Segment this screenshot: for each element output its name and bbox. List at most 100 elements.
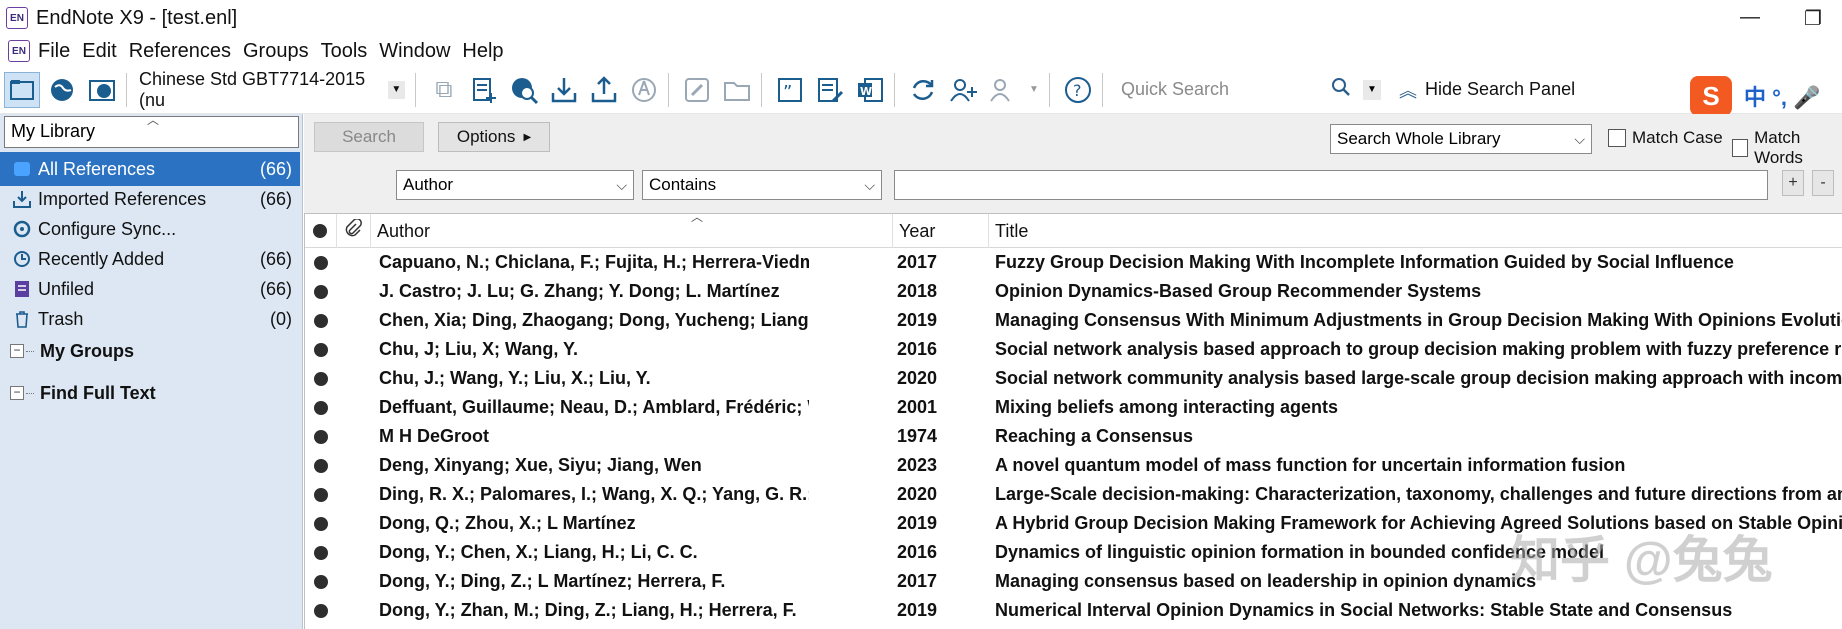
checkbox-box[interactable] (1732, 139, 1749, 157)
toolbar-separator (1102, 72, 1103, 107)
group-configure-sync[interactable]: Configure Sync... (0, 212, 300, 246)
share-dropdown-icon[interactable]: ▼ (1025, 72, 1043, 108)
toolbar-separator (761, 72, 762, 107)
import-icon[interactable] (546, 72, 582, 108)
toolbar-separator (894, 72, 895, 107)
menu-groups[interactable]: Groups (243, 40, 309, 63)
remove-search-row-button[interactable]: - (1812, 170, 1834, 196)
table-row[interactable]: Chen, Xia; Ding, Zhaogang; Dong, Yucheng… (305, 306, 1842, 335)
author-column-header[interactable]: ︿ Author (371, 210, 893, 248)
ime-status-text: 中 °, 🎤 (1744, 85, 1821, 110)
insert-citation-icon[interactable]: ” (772, 72, 808, 108)
search-text-input[interactable] (894, 170, 1768, 200)
group-unfiled[interactable]: Unfiled (66) (0, 272, 300, 306)
trash-icon (10, 307, 34, 331)
table-row[interactable]: Capuano, N.; Chiclana, F.; Fujita, H.; H… (305, 248, 1842, 277)
menu-help[interactable]: Help (462, 40, 503, 63)
group-label: All References (38, 158, 156, 179)
match-case-checkbox[interactable]: Match Case (1608, 128, 1723, 148)
sogou-ime-logo-icon: S (1690, 76, 1732, 116)
hide-search-panel-button[interactable]: ︽ Hide Search Panel (1399, 77, 1575, 103)
integrated-library-icon[interactable] (84, 72, 120, 108)
chevron-down-icon[interactable]: ▼ (387, 80, 405, 99)
search-options-dropdown-icon[interactable]: ▼ (1363, 79, 1381, 100)
format-bibliography-icon[interactable] (812, 72, 848, 108)
group-imported-references[interactable]: Imported References (66) (0, 182, 300, 216)
year-cell: 2023 (897, 455, 938, 475)
table-row[interactable]: J. Castro; J. Lu; G. Zhang; Y. Dong; L. … (305, 277, 1842, 306)
group-count: (66) (259, 158, 292, 179)
table-row[interactable]: Ding, R. X.; Palomares, I.; Wang, X. Q.;… (305, 480, 1842, 509)
restore-button[interactable]: ❐ (1804, 6, 1822, 31)
open-link-icon[interactable] (679, 72, 715, 108)
export-icon[interactable] (586, 72, 622, 108)
section-label: Find Full Text (40, 382, 156, 403)
menu-edit[interactable]: Edit (82, 40, 116, 63)
search-icon[interactable] (1331, 77, 1357, 103)
watermark: 知乎 @兔兔 (1510, 532, 1773, 588)
collapse-icon[interactable]: − (10, 344, 24, 358)
tree-connector (26, 350, 34, 352)
author-cell: Chu, J.; Wang, Y.; Liu, X.; Liu, Y. (379, 368, 651, 388)
ime-toolbar[interactable]: S 中 °, 🎤 (1690, 74, 1821, 118)
output-style-select[interactable]: Chinese Std GBT7714-2015 (nu ▼ (139, 69, 409, 110)
match-words-checkbox[interactable]: Match Words (1732, 128, 1842, 168)
endnote-menu-logo-icon[interactable]: EN (8, 40, 30, 62)
local-library-icon[interactable] (4, 71, 40, 108)
search-scope-select[interactable]: Search Whole Library ⌵ (1330, 124, 1592, 154)
search-button[interactable]: Search (314, 122, 424, 152)
search-field-value: Author (403, 175, 454, 194)
word-icon[interactable]: W (852, 72, 888, 108)
unread-dot-icon (314, 256, 328, 270)
table-row[interactable]: Dong, Y.; Zhan, M.; Ding, Z.; Liang, H.;… (305, 596, 1842, 625)
author-cell: J. Castro; J. Lu; G. Zhang; Y. Dong; L. … (379, 281, 780, 301)
quick-search-input[interactable]: Quick Search (1121, 79, 1331, 100)
sync-icon[interactable] (905, 72, 941, 108)
unread-dot-icon (314, 488, 328, 502)
unread-dot-icon (314, 343, 328, 357)
title-cell: Social network community analysis based … (995, 368, 1842, 388)
checkbox-box[interactable] (1608, 129, 1626, 147)
section-my-groups[interactable]: − My Groups (0, 336, 300, 366)
unread-dot-icon (314, 314, 328, 328)
copy-to-local-icon[interactable]: ⧉ (426, 72, 462, 108)
attachment-column-header[interactable] (337, 214, 371, 248)
year-cell: 2019 (897, 310, 938, 330)
group-all-references[interactable]: All References (66) (0, 152, 300, 186)
options-button[interactable]: Options ▶ (438, 122, 550, 152)
title-column-header[interactable]: Title (989, 214, 1842, 248)
table-row[interactable]: M H DeGroot 1974 Reaching a Consensus (305, 422, 1842, 451)
open-file-icon[interactable] (719, 72, 755, 108)
minimize-button[interactable]: — (1740, 6, 1760, 29)
find-full-text-icon[interactable] (626, 72, 662, 108)
svg-text:”: ” (783, 82, 792, 103)
year-column-header[interactable]: Year (893, 214, 989, 248)
table-row[interactable]: Deffuant, Guillaume; Neau, D.; Amblard, … (305, 393, 1842, 422)
new-reference-icon[interactable] (466, 72, 502, 108)
online-search-mode-icon[interactable] (506, 72, 542, 108)
group-trash[interactable]: Trash (0) (0, 302, 300, 336)
add-search-row-button[interactable]: + (1782, 170, 1804, 196)
group-recently-added[interactable]: Recently Added (66) (0, 242, 300, 276)
collapse-caret-icon[interactable]: ︿ (147, 111, 159, 128)
table-row[interactable]: Chu, J.; Wang, Y.; Liu, X.; Liu, Y. 2020 S… (305, 364, 1842, 393)
share-group-icon[interactable] (985, 72, 1021, 108)
search-field-select[interactable]: Author ⌵ (396, 170, 634, 200)
search-operator-select[interactable]: Contains ⌵ (642, 170, 882, 200)
author-cell: Ding, R. X.; Palomares, I.; Wang, X. Q.;… (379, 484, 809, 504)
help-icon[interactable]: ? (1060, 72, 1096, 108)
table-row[interactable]: Chu, J; Liu, X; Wang, Y. 2016 Social netwo… (305, 335, 1842, 364)
unread-dot-icon (314, 546, 328, 560)
menu-file[interactable]: File (38, 40, 70, 63)
menu-window[interactable]: Window (379, 40, 450, 63)
menu-references[interactable]: References (129, 40, 231, 63)
share-library-icon[interactable] (945, 72, 981, 108)
section-find-full-text[interactable]: − Find Full Text (0, 378, 300, 408)
read-status-column-header[interactable] (305, 214, 337, 248)
menu-tools[interactable]: Tools (321, 40, 368, 63)
chevron-down-icon: ⌵ (1574, 130, 1585, 147)
table-row[interactable]: Deng, Xinyang; Xue, Siyu; Jiang, Wen 2023… (305, 451, 1842, 480)
collapse-icon[interactable]: − (10, 386, 24, 400)
online-search-icon[interactable] (44, 72, 80, 108)
year-cell: 2018 (897, 281, 938, 301)
